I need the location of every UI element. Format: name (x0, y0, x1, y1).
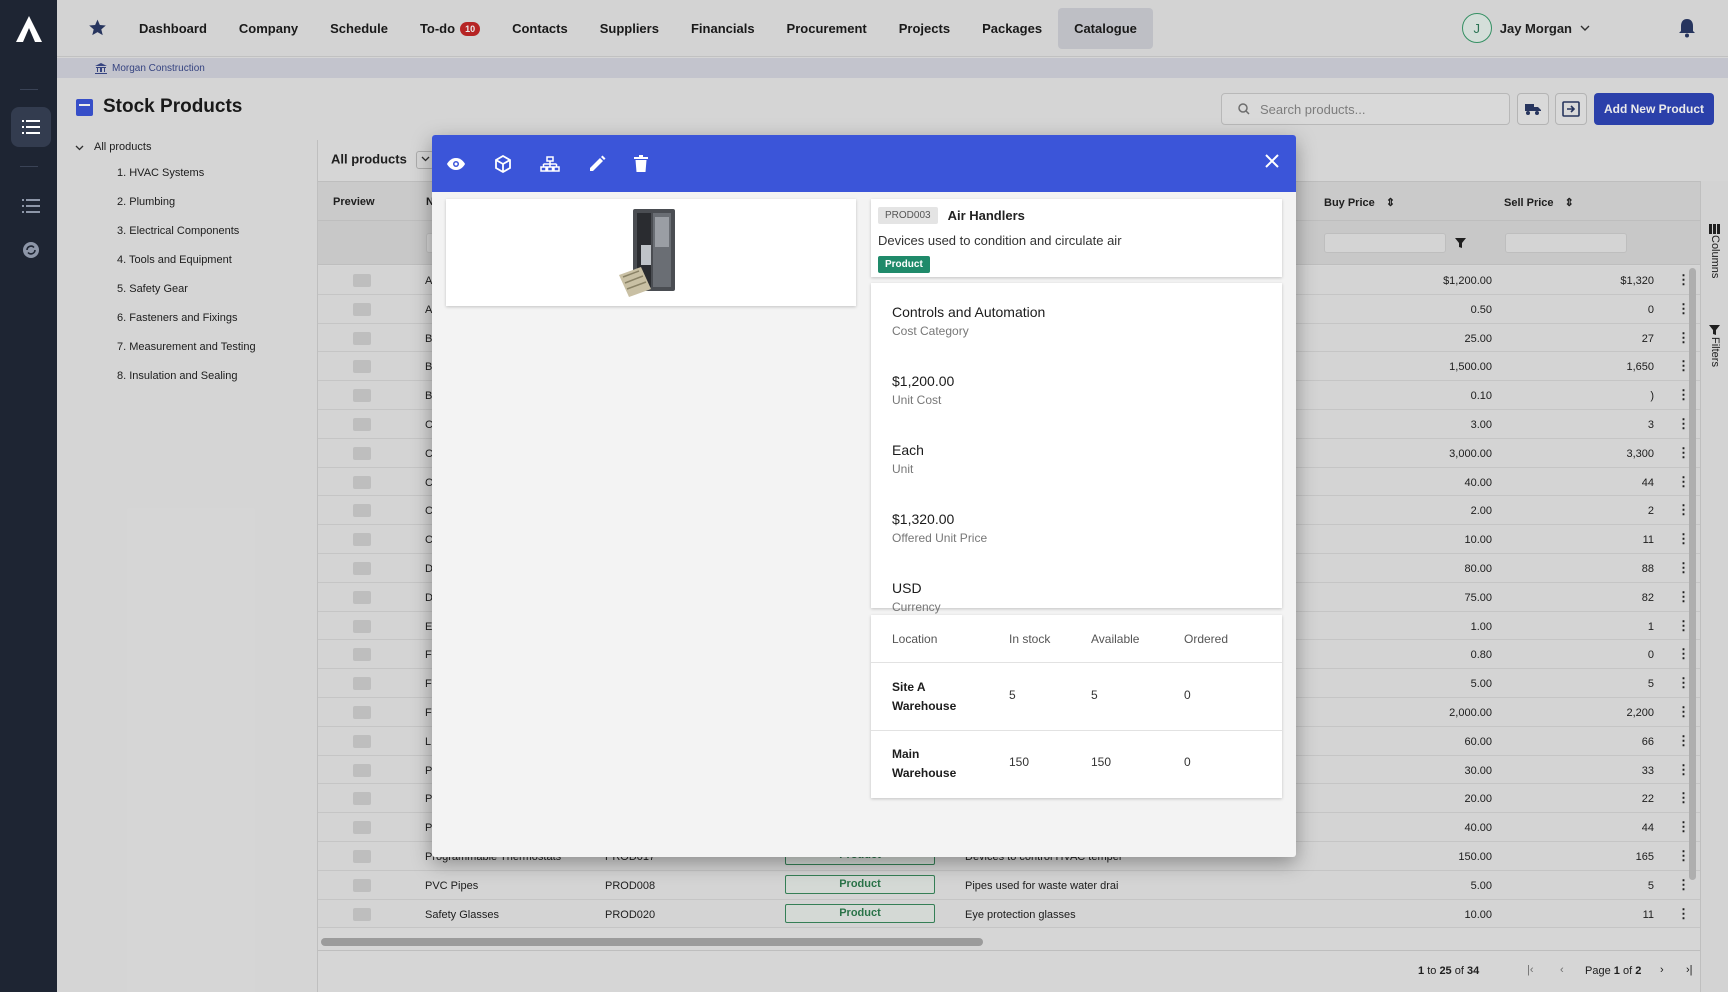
rail-divider (20, 89, 38, 90)
rail-divider (20, 166, 38, 167)
offered-unit-price-field: $1,320.00 Offered Unit Price (892, 511, 987, 545)
product-description: Devices used to condition and circulate … (878, 233, 1122, 248)
stock-available: 150 (1091, 755, 1112, 769)
stock-header-ordered: Ordered (1184, 632, 1229, 646)
stock-location: Main Warehouse (892, 745, 956, 783)
product-type-badge: Product (878, 256, 930, 273)
stock-location-line2: Warehouse (892, 766, 957, 780)
delete-trash-icon[interactable] (634, 155, 648, 172)
stock-location-line1: Main (892, 747, 920, 761)
stock-location-line1: Site A (892, 680, 926, 694)
edit-pencil-icon[interactable] (588, 155, 606, 173)
currency-field: USD Currency (892, 580, 941, 614)
stock-header-in-stock: In stock (1009, 632, 1051, 646)
currency-value: USD (892, 580, 922, 596)
close-icon[interactable] (1264, 153, 1280, 169)
left-rail (0, 0, 57, 992)
stock-row: Site A Warehouse 5 5 0 (871, 663, 1282, 730)
modal-toolbar (432, 135, 1296, 192)
cost-category-label: Cost Category (892, 324, 969, 338)
stock-in-stock: 150 (1009, 755, 1030, 769)
stock-in-stock: 5 (1009, 688, 1016, 702)
cost-category-field: Controls and Automation Cost Category (892, 304, 1045, 338)
product-name: Air Handlers (947, 208, 1025, 223)
stock-levels-card: Location In stock Available Ordered Site… (871, 615, 1282, 798)
product-image (446, 199, 856, 306)
unit-cost-value: $1,200.00 (892, 373, 955, 389)
stock-header-available: Available (1091, 632, 1140, 646)
list-icon[interactable] (11, 186, 51, 226)
product-details-card: Controls and Automation Cost Category $1,… (871, 283, 1282, 614)
stock-available: 5 (1091, 688, 1098, 702)
currency-label: Currency (892, 600, 941, 614)
stock-location-line2: Warehouse (892, 699, 957, 713)
unit-value: Each (892, 442, 924, 458)
cost-category-value: Controls and Automation (892, 304, 1046, 320)
hierarchy-icon[interactable] (540, 155, 560, 172)
sync-icon[interactable] (11, 230, 51, 270)
product-detail-modal: PROD003 Air Handlers Devices used to con… (432, 135, 1296, 857)
list-view-icon[interactable] (11, 107, 51, 147)
unit-field: Each Unit (892, 442, 924, 476)
product-code: PROD003 (878, 207, 938, 224)
offered-unit-price-value: $1,320.00 (892, 511, 955, 527)
stock-header-location: Location (892, 632, 938, 646)
unit-cost-field: $1,200.00 Unit Cost (892, 373, 954, 407)
air-handler-unit-image (619, 208, 675, 297)
view-eye-icon[interactable] (446, 157, 466, 171)
stock-ordered: 0 (1184, 755, 1191, 769)
stock-location: Site A Warehouse (892, 678, 956, 716)
stock-ordered: 0 (1184, 688, 1191, 702)
unit-label: Unit (892, 462, 914, 476)
app-logo-icon[interactable] (14, 14, 44, 44)
cube-icon[interactable] (494, 154, 512, 173)
offered-unit-price-label: Offered Unit Price (892, 531, 988, 545)
unit-cost-label: Unit Cost (892, 393, 942, 407)
stock-row: Main Warehouse 150 150 0 (871, 731, 1282, 798)
product-summary-card: PROD003 Air Handlers Devices used to con… (871, 199, 1282, 277)
